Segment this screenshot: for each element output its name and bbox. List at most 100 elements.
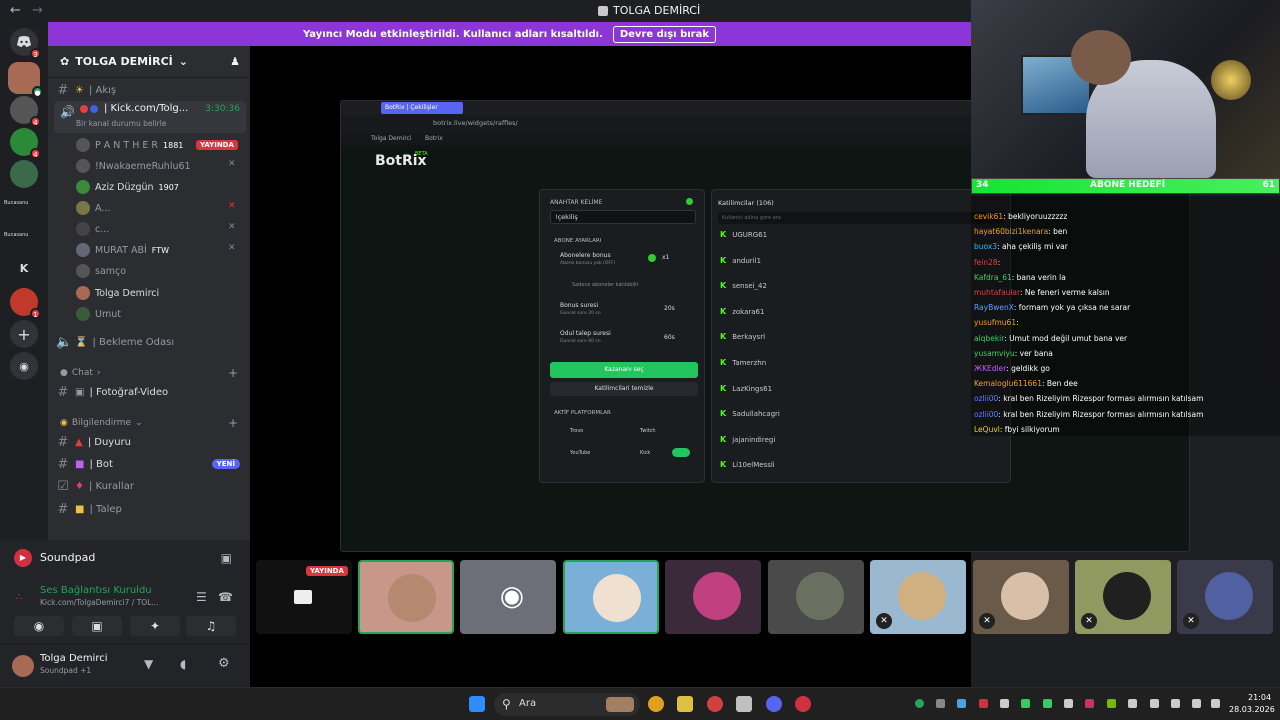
chat-message: fein28: (974, 258, 1000, 267)
battery-icon[interactable] (1150, 699, 1159, 708)
channel-akis[interactable]: # ☀ | Akış (56, 80, 244, 100)
activities-button[interactable]: ✦ (130, 616, 180, 636)
tray-icon[interactable] (1107, 699, 1116, 708)
disconnect-icon[interactable]: ☎ (218, 590, 233, 604)
discover-icon[interactable]: ◉ (10, 352, 38, 380)
volume-icon[interactable] (1211, 699, 1220, 708)
tray-icon[interactable] (915, 699, 924, 708)
category-bilgilendirme[interactable]: ◉ Bilgilendirme ⌄ (60, 418, 143, 428)
current-user-name: Tolga Demirci (40, 653, 108, 664)
tray-icon[interactable] (936, 699, 945, 708)
participant-tile[interactable]: ✕ (870, 560, 966, 634)
channel-foto[interactable]: # ▣ | Fotoğraf-Video (56, 382, 244, 402)
voice-user[interactable]: Tolga Demirci (76, 284, 159, 302)
live-dot: ● (32, 86, 43, 97)
channel-bekleme[interactable]: 🔈 ⌛ | Bekleme Odası (56, 332, 244, 352)
chat-username: ozlii00 (974, 394, 999, 404)
activity-icon[interactable]: ▣ (221, 551, 232, 565)
clock-time[interactable]: 21:04 (1248, 693, 1271, 702)
channel-talep[interactable]: # ■ | Talep (56, 499, 244, 519)
participant-tile[interactable]: ◉ (460, 560, 556, 634)
add-member-icon[interactable]: ♟ (230, 55, 240, 68)
microphone-icon[interactable] (1171, 699, 1180, 708)
connection-status[interactable]: Ses Bağlantısı Kuruldu (40, 585, 152, 596)
participant-name: anduril1 (732, 256, 762, 265)
forward-arrow-icon[interactable]: → (32, 3, 43, 18)
participant-tile[interactable]: ✕ (1177, 560, 1273, 634)
participant-tile[interactable]: ✕ (1075, 560, 1171, 634)
headphones-icon[interactable]: ◖ (180, 657, 186, 671)
video-off-button[interactable]: ◉ (14, 616, 64, 636)
voice-user[interactable]: !NwakaemeRuhlu61 (76, 157, 191, 175)
server-tolga[interactable]: ● (8, 62, 43, 97)
add-channel-icon[interactable]: + (228, 366, 238, 380)
voice-user[interactable]: c... (76, 220, 109, 238)
start-button-icon[interactable] (469, 696, 485, 712)
voice-user[interactable]: MURAT ABİ FTW (76, 241, 169, 259)
tray-icon[interactable] (1021, 699, 1030, 708)
chat-username: cevik61 (974, 212, 1004, 221)
voice-user[interactable]: Umut (76, 305, 121, 323)
app-icon[interactable] (736, 696, 752, 712)
voice-user[interactable]: A... (76, 199, 110, 217)
tray-icon[interactable] (1043, 699, 1052, 708)
taskbar-search[interactable]: ⚲ Ara (494, 693, 640, 716)
kick-icon: K (720, 256, 727, 265)
clock-date[interactable]: 28.03.2026 (1229, 705, 1275, 714)
soundpad-icon[interactable] (795, 696, 811, 712)
participant-tile[interactable] (563, 560, 659, 634)
participant-tile[interactable] (768, 560, 864, 634)
screen-share-button[interactable]: ▣ (72, 616, 122, 636)
speaker-icon: 🔈 (56, 334, 73, 350)
tray-icon[interactable] (1128, 699, 1137, 708)
channel-kurallar[interactable]: ☑ ♦ | Kurallar (56, 476, 244, 496)
voice-user[interactable]: samço (76, 262, 126, 280)
server-4[interactable] (10, 160, 38, 188)
tray-icon[interactable] (1085, 699, 1094, 708)
disable-streamer-mode-button[interactable]: Devre dışı bırak (612, 25, 717, 43)
tray-icon[interactable] (957, 699, 966, 708)
discord-home-icon[interactable]: 3 (10, 28, 41, 59)
server-k[interactable]: K (10, 254, 38, 282)
chat-message: cevik61: bekliyoruuzzzzz (974, 212, 1067, 221)
participant-tile[interactable] (358, 560, 454, 634)
server-header[interactable]: ✿ TOLGA DEMİRCİ ⌄ ♟ (48, 46, 250, 78)
microphone-icon[interactable]: ▼ (144, 657, 153, 671)
chat-text: : ver bana (1014, 348, 1053, 358)
channel-bot[interactable]: # ■ | Bot YENİ (56, 454, 244, 474)
discord-icon[interactable] (766, 696, 782, 712)
voice-user[interactable]: Aziz Düzgün 1907 (76, 178, 179, 196)
avatar[interactable] (12, 655, 34, 677)
stream-preview-tile[interactable]: YAYINDA (256, 560, 352, 634)
app-icon[interactable] (707, 696, 723, 712)
sub-goal-bar: 34 ABONE HEDEFİ 61 (971, 178, 1280, 194)
voice-user[interactable]: P A N T H E R 1881 (76, 136, 183, 154)
server-5[interactable]: 1 (10, 288, 41, 319)
hash-icon: # (57, 384, 69, 400)
set-status-link[interactable]: Bir kanal durumu belirle (76, 119, 166, 128)
network-icon[interactable] (1192, 699, 1201, 708)
add-channel-icon[interactable]: + (228, 416, 238, 430)
tray-icon[interactable] (1000, 699, 1009, 708)
add-server-icon[interactable]: + (10, 320, 38, 348)
voice-channel-active[interactable]: 🔊 | Kick.com/Tolg... 3:30:36 Bir kanal d… (54, 101, 246, 133)
channel-duyuru[interactable]: # ▲ | Duyuru (56, 432, 244, 452)
noise-suppression-icon[interactable]: ☰ (196, 590, 207, 604)
tray-icon[interactable] (979, 699, 988, 708)
server-2[interactable]: 4 (10, 96, 41, 127)
participant-name: UGURG61 (732, 230, 768, 239)
tray-icon[interactable] (1064, 699, 1073, 708)
participant-tile[interactable]: ✕ (973, 560, 1069, 634)
settings-gear-icon[interactable]: ⚙ (218, 656, 230, 671)
chrome-icon[interactable] (648, 696, 664, 712)
participant-tile[interactable] (665, 560, 761, 634)
soundboard-button[interactable]: ♫ (186, 616, 236, 636)
category-chat[interactable]: ● Chat › (60, 368, 101, 378)
channel-label: | Kurallar (88, 480, 134, 492)
file-explorer-icon[interactable] (677, 696, 693, 712)
server-3[interactable]: 4 (10, 128, 41, 159)
megaphone-icon: ▲ (75, 436, 83, 448)
keyword-label: ANAHTAR KELİME (550, 199, 603, 206)
participants-panel: Katilimcilar (106) Kullanici adina gore … (711, 189, 1011, 483)
back-arrow-icon[interactable]: ← (10, 3, 21, 18)
